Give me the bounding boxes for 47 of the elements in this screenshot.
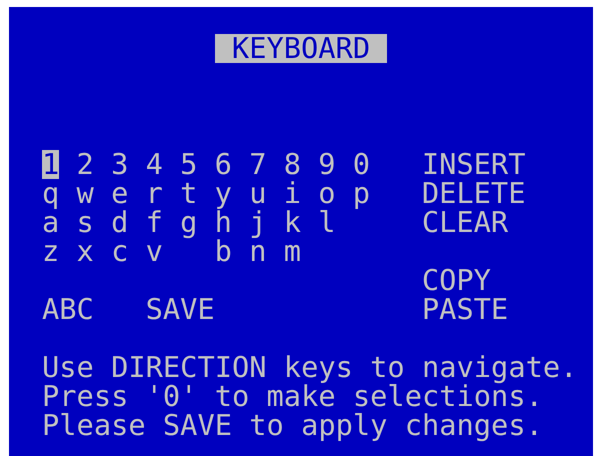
keyboard-key[interactable]: k bbox=[284, 208, 301, 237]
keyboard-key[interactable]: r bbox=[146, 179, 163, 208]
keyboard-key[interactable]: 7 bbox=[249, 150, 266, 179]
title-label: KEYBOARD bbox=[214, 34, 388, 63]
keyboard-key[interactable]: f bbox=[146, 208, 163, 237]
action-option[interactable]: DELETE bbox=[422, 179, 526, 208]
help-text: Press '0' to make selections. bbox=[42, 382, 543, 411]
keyboard-key[interactable]: g bbox=[180, 208, 198, 237]
keyboard-key[interactable]: 1 bbox=[42, 150, 60, 179]
keyboard-key[interactable]: h bbox=[214, 208, 232, 237]
action-option[interactable]: CLEAR bbox=[422, 208, 508, 237]
keyboard-key[interactable]: 5 bbox=[180, 150, 198, 179]
keyboard-key[interactable]: x bbox=[76, 237, 94, 266]
keyboard-key[interactable]: e bbox=[111, 179, 128, 208]
keyboard-key[interactable]: n bbox=[249, 237, 266, 266]
keyboard-key[interactable]: a bbox=[42, 208, 60, 237]
action-option[interactable]: COPY bbox=[422, 266, 491, 295]
keyboard-key[interactable]: s bbox=[76, 208, 94, 237]
action-option[interactable]: ABC bbox=[42, 295, 94, 324]
help-text: Use DIRECTION keys to navigate. bbox=[42, 353, 578, 382]
keyboard-key[interactable]: d bbox=[111, 208, 128, 237]
keyboard-key[interactable]: t bbox=[180, 179, 198, 208]
keyboard-key[interactable]: 4 bbox=[146, 150, 163, 179]
keyboard-key[interactable]: 0 bbox=[352, 150, 370, 179]
action-option[interactable]: PASTE bbox=[422, 295, 508, 324]
keyboard-key[interactable]: j bbox=[249, 208, 266, 237]
keyboard-key[interactable]: q bbox=[42, 179, 60, 208]
keyboard-key[interactable]: w bbox=[76, 179, 94, 208]
keyboard-key[interactable]: v bbox=[146, 237, 163, 266]
keyboard-key[interactable]: y bbox=[214, 179, 232, 208]
keyboard-key[interactable]: u bbox=[249, 179, 266, 208]
keyboard-key[interactable]: z bbox=[42, 237, 60, 266]
keyboard-key[interactable]: 6 bbox=[214, 150, 232, 179]
keyboard-key[interactable]: o bbox=[318, 179, 336, 208]
keyboard-key[interactable]: 2 bbox=[76, 150, 94, 179]
keyboard-key[interactable]: 8 bbox=[284, 150, 301, 179]
keyboard-key[interactable]: b bbox=[214, 237, 232, 266]
keyboard-key[interactable]: i bbox=[284, 179, 301, 208]
keyboard-key[interactable]: l bbox=[318, 208, 336, 237]
action-option[interactable]: SAVE bbox=[146, 295, 215, 324]
action-option[interactable]: INSERT bbox=[422, 150, 526, 179]
keyboard-key[interactable]: 3 bbox=[111, 150, 128, 179]
keyboard-key[interactable]: 9 bbox=[318, 150, 336, 179]
keyboard-key[interactable]: p bbox=[352, 179, 370, 208]
keyboard-key[interactable]: c bbox=[111, 237, 128, 266]
keyboard-key[interactable]: m bbox=[284, 237, 301, 266]
help-text: Please SAVE to apply changes. bbox=[42, 411, 543, 440]
